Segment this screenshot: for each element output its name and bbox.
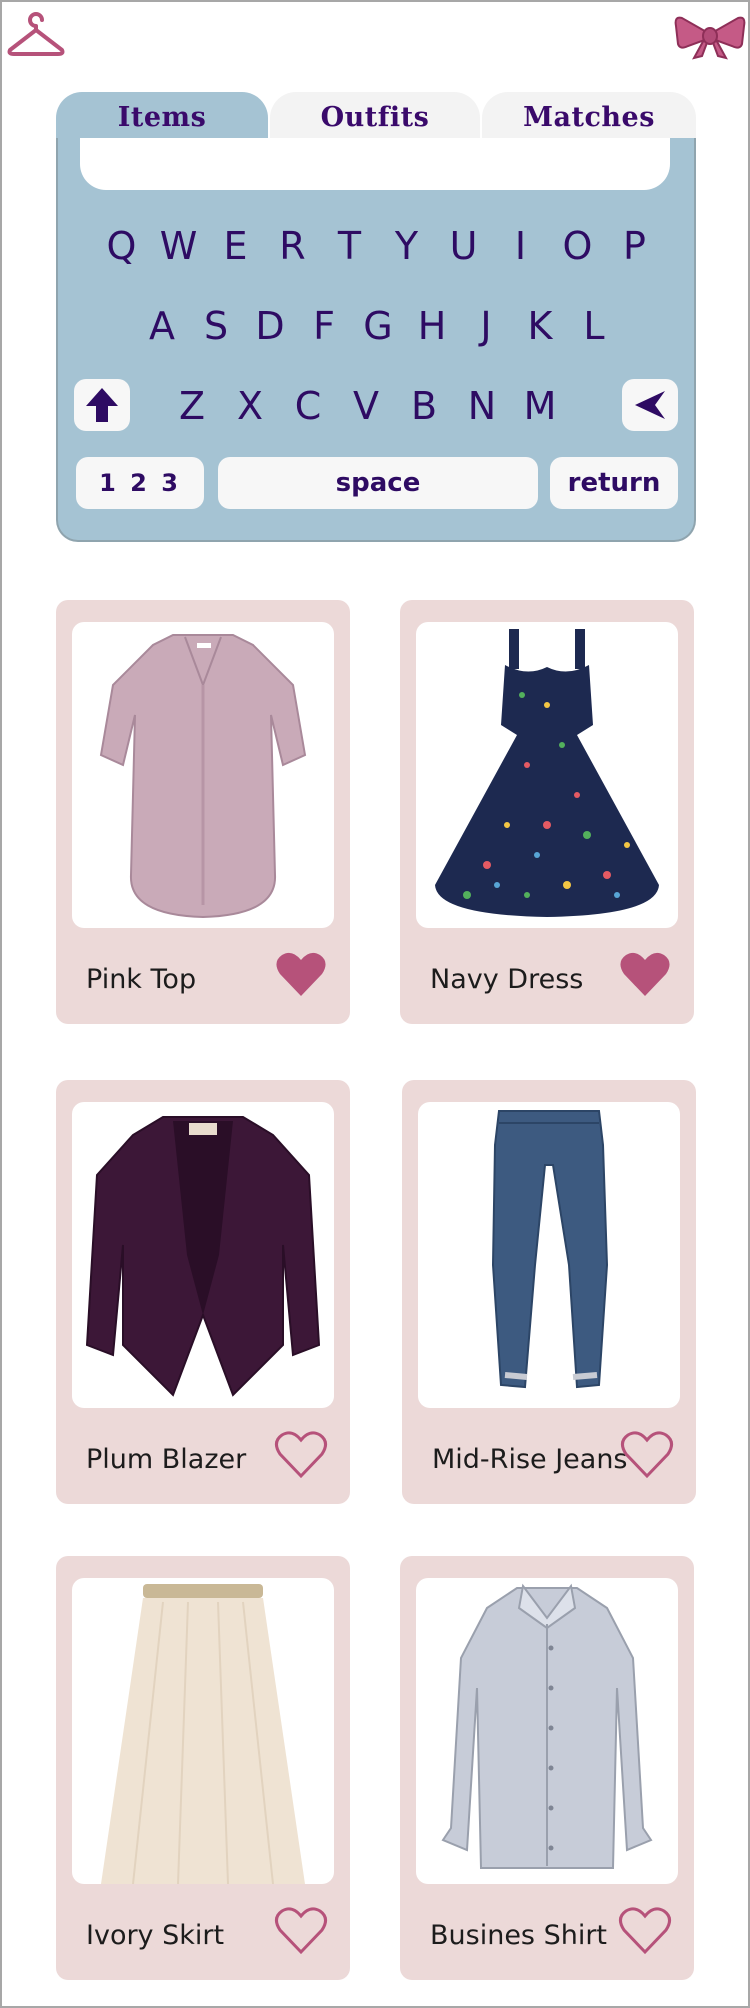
key-d[interactable]: D	[243, 300, 297, 352]
key-j[interactable]: J	[459, 300, 513, 352]
tab-outfits[interactable]: Outfits	[270, 92, 480, 142]
item-label: Mid-Rise Jeans	[432, 1444, 628, 1475]
item-card[interactable]: Pink Top	[56, 600, 350, 1024]
key-z[interactable]: Z	[163, 380, 221, 432]
key-l[interactable]: L	[567, 300, 621, 352]
heart-outline-icon[interactable]	[274, 1430, 328, 1480]
pink-top-image	[72, 622, 334, 928]
key-s[interactable]: S	[189, 300, 243, 352]
business-shirt-image	[416, 1578, 678, 1884]
plum-blazer-image	[72, 1102, 334, 1408]
keyboard-row-1: Q W E R T Y U I O P	[58, 220, 698, 272]
item-label: Navy Dress	[430, 964, 584, 995]
numbers-key[interactable]: 1 2 3	[76, 457, 204, 509]
key-a[interactable]: A	[135, 300, 189, 352]
space-key[interactable]: space	[218, 457, 538, 509]
backspace-key[interactable]	[622, 379, 678, 431]
hanger-icon[interactable]	[6, 12, 66, 62]
keyboard-row-3: Z X C V B N M	[156, 380, 576, 432]
keyboard-row-2: A S D F G H J K L	[58, 300, 698, 352]
key-p[interactable]: P	[606, 220, 663, 272]
item-card[interactable]: Mid-Rise Jeans	[402, 1080, 696, 1504]
return-key[interactable]: return	[550, 457, 678, 509]
ivory-skirt-image	[72, 1578, 334, 1884]
key-g[interactable]: G	[351, 300, 405, 352]
key-n[interactable]: N	[453, 380, 511, 432]
heart-filled-icon[interactable]	[618, 950, 672, 1000]
key-m[interactable]: M	[511, 380, 569, 432]
heart-outline-icon[interactable]	[618, 1906, 672, 1956]
backspace-icon	[635, 391, 665, 419]
item-card[interactable]: Busines Shirt	[400, 1556, 694, 1980]
shift-key[interactable]	[74, 379, 130, 431]
jeans-image	[418, 1102, 680, 1408]
key-i[interactable]: I	[492, 220, 549, 272]
heart-outline-icon[interactable]	[274, 1906, 328, 1956]
key-x[interactable]: X	[221, 380, 279, 432]
key-b[interactable]: B	[395, 380, 453, 432]
item-label: Plum Blazer	[86, 1444, 247, 1475]
item-card[interactable]: Ivory Skirt	[56, 1556, 350, 1980]
shift-arrow-icon	[86, 388, 118, 422]
key-h[interactable]: H	[405, 300, 459, 352]
item-label: Busines Shirt	[430, 1920, 608, 1951]
key-t[interactable]: T	[321, 220, 378, 272]
tab-matches[interactable]: Matches	[482, 92, 696, 142]
key-k[interactable]: K	[513, 300, 567, 352]
key-f[interactable]: F	[297, 300, 351, 352]
key-q[interactable]: Q	[93, 220, 150, 272]
key-u[interactable]: U	[435, 220, 492, 272]
item-card[interactable]: Navy Dress	[400, 600, 694, 1024]
search-input[interactable]	[80, 138, 670, 190]
key-v[interactable]: V	[337, 380, 395, 432]
item-label: Pink Top	[86, 964, 197, 995]
key-w[interactable]: W	[150, 220, 207, 272]
keyboard-panel: Q W E R T Y U I O P A S D F G H J K L Z …	[56, 138, 696, 542]
key-r[interactable]: R	[264, 220, 321, 272]
heart-outline-icon[interactable]	[620, 1430, 674, 1480]
key-c[interactable]: C	[279, 380, 337, 432]
tab-items[interactable]: Items	[56, 92, 268, 142]
heart-filled-icon[interactable]	[274, 950, 328, 1000]
navy-dress-image	[416, 622, 678, 928]
key-e[interactable]: E	[207, 220, 264, 272]
bow-icon	[674, 16, 746, 60]
key-y[interactable]: Y	[378, 220, 435, 272]
key-o[interactable]: O	[549, 220, 606, 272]
item-label: Ivory Skirt	[86, 1920, 225, 1951]
item-card[interactable]: Plum Blazer	[56, 1080, 350, 1504]
